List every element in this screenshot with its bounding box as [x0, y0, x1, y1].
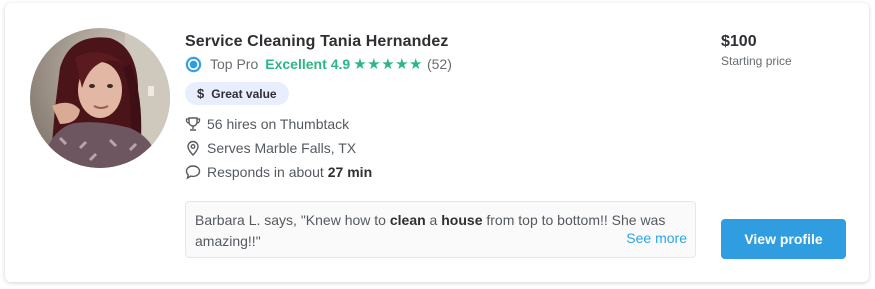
- avatar[interactable]: [30, 28, 170, 168]
- top-pro-label: Top Pro: [210, 56, 259, 72]
- star-icon: ★: [395, 55, 409, 73]
- review-count[interactable]: (52): [427, 56, 452, 72]
- starting-price: $100: [721, 33, 757, 50]
- pro-card: Service Cleaning Tania Hernandez Top Pro…: [5, 3, 869, 282]
- pro-name[interactable]: Service Cleaning Tania Hernandez: [185, 31, 705, 53]
- rating-row: Top Pro Excellent 4.9 ★ ★ ★ ★ ★ (52): [185, 54, 705, 74]
- trophy-icon: [185, 117, 201, 131]
- chat-bubble-icon: [185, 165, 201, 180]
- avatar-photo: [30, 28, 170, 168]
- price-subtitle: Starting price: [721, 54, 792, 68]
- review-text-2: a: [425, 212, 442, 228]
- responds-prefix: Responds in about: [207, 164, 324, 180]
- rating-word: Excellent: [265, 56, 327, 72]
- star-icon: ★: [409, 55, 423, 73]
- review-highlight-house: house: [441, 212, 483, 228]
- badge-label: Great value: [211, 86, 277, 101]
- rating-score: 4.9: [330, 56, 351, 72]
- pricing: $100 Starting price: [721, 31, 792, 68]
- view-profile-button[interactable]: View profile: [721, 219, 846, 259]
- review-text-1: Barbara L. says, "Knew how to: [195, 212, 390, 228]
- hires-text: 56 hires on Thumbtack: [207, 116, 350, 132]
- see-more-link[interactable]: See more: [626, 228, 687, 249]
- pro-facts: 56 hires on Thumbtack Serves Marble Fall…: [185, 112, 705, 184]
- review-snippet: Barbara L. says, "Knew how to clean a ho…: [185, 201, 696, 258]
- dollar-icon: $: [197, 86, 205, 101]
- pro-details: Service Cleaning Tania Hernandez Top Pro…: [185, 31, 705, 184]
- star-icon: ★: [367, 55, 381, 73]
- fact-serves: Serves Marble Falls, TX: [185, 136, 705, 160]
- top-pro-badge-icon: [185, 55, 202, 73]
- fact-responds: Responds in about 27 min: [185, 160, 705, 184]
- star-icon: ★: [381, 55, 395, 73]
- great-value-badge: $ Great value: [185, 82, 289, 105]
- review-highlight-clean: clean: [389, 212, 426, 228]
- serves-text: Serves Marble Falls, TX: [207, 140, 357, 156]
- responds-time: 27 min: [327, 164, 373, 180]
- star-rating: ★ ★ ★ ★ ★: [353, 57, 423, 72]
- map-pin-icon: [187, 140, 199, 156]
- star-icon: ★: [353, 55, 367, 73]
- fact-hires: 56 hires on Thumbtack: [185, 112, 705, 136]
